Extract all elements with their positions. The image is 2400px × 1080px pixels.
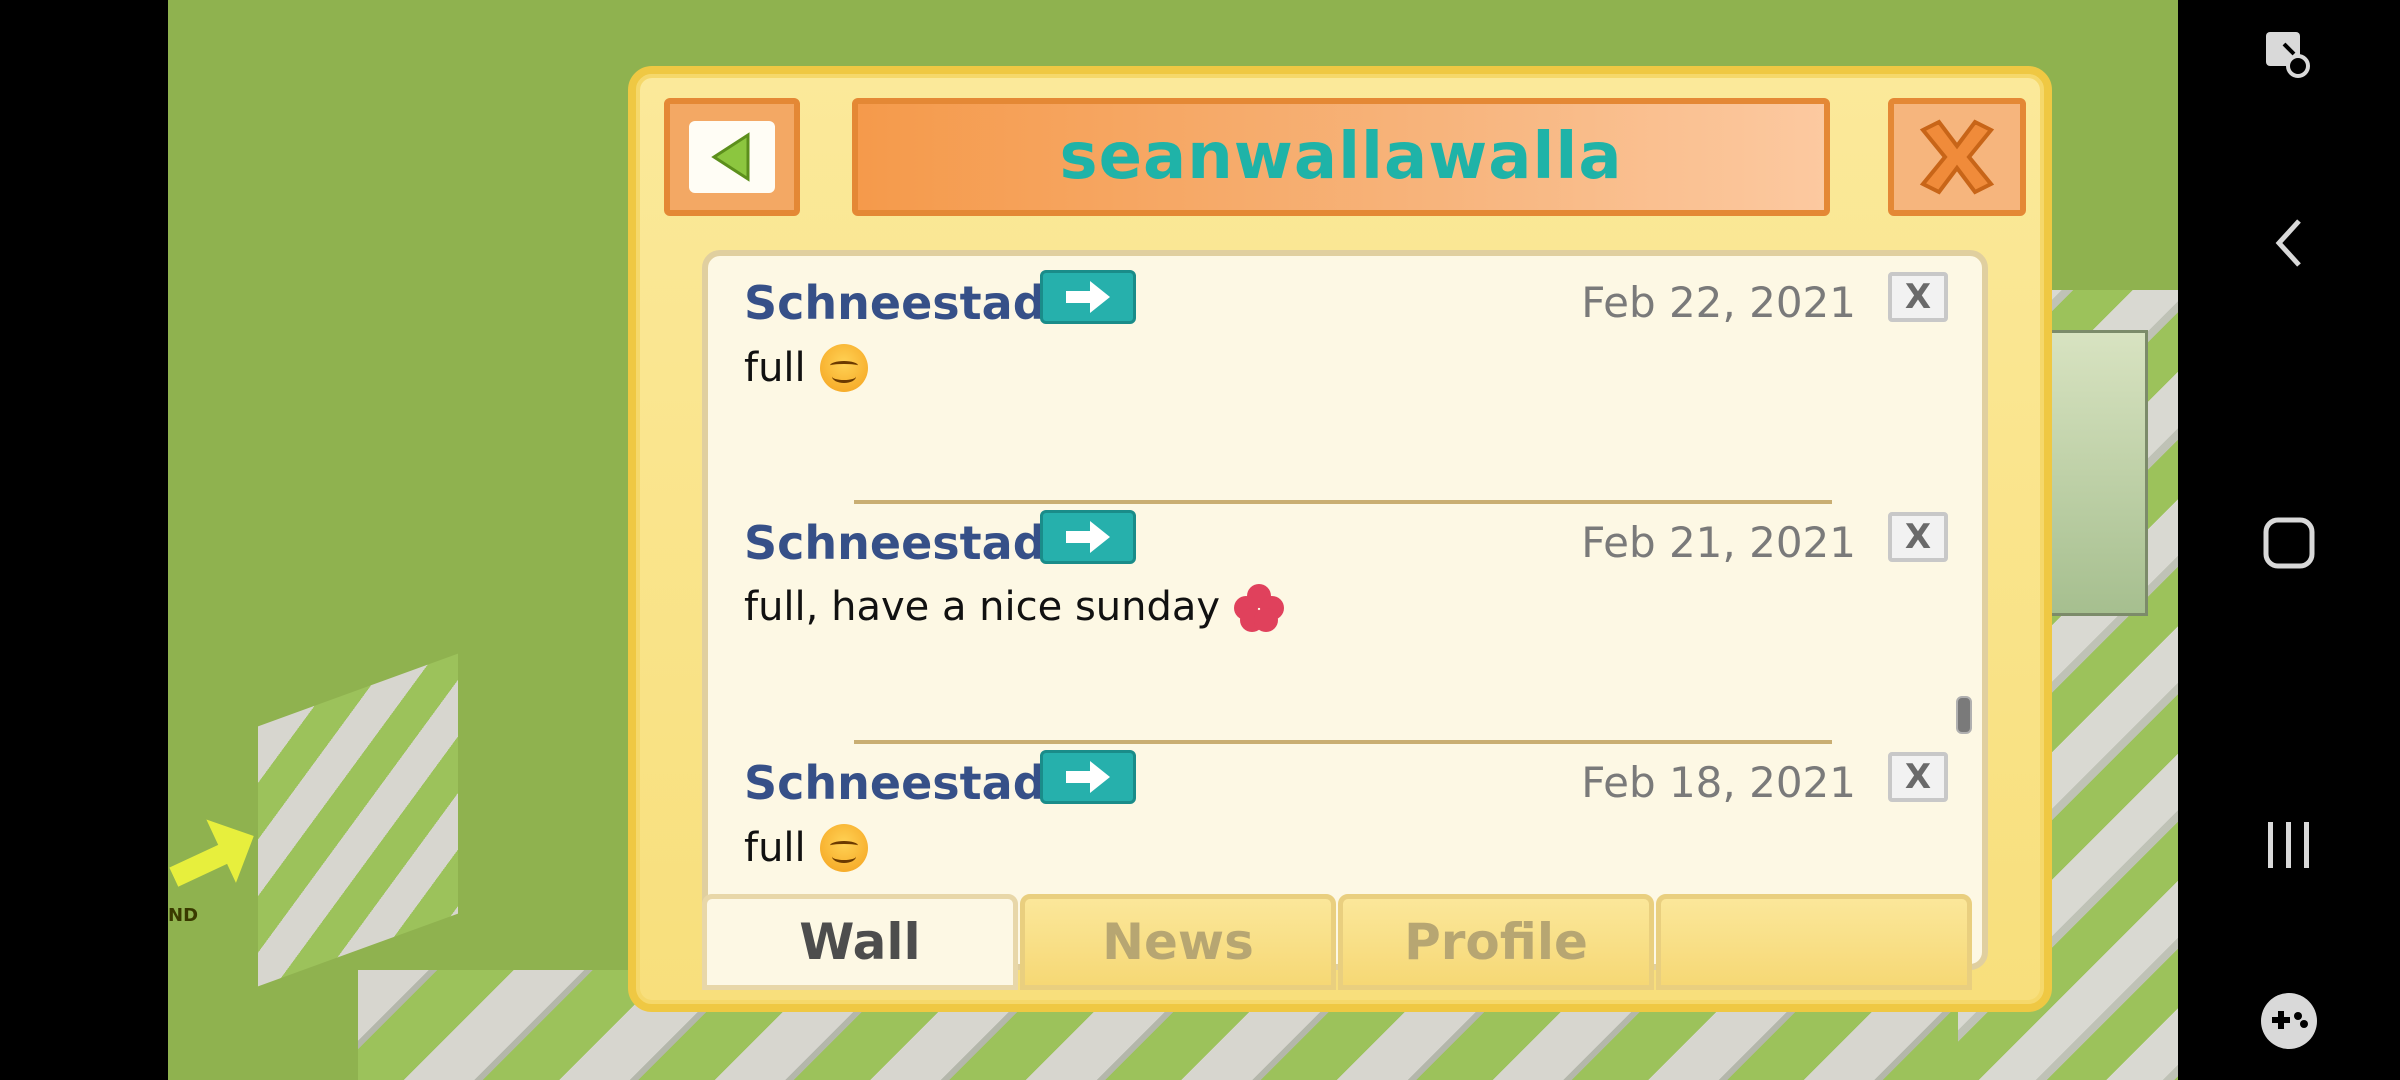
dialog-tabs: Wall News Profile: [702, 894, 1988, 994]
post-author[interactable]: Schneestadt: [744, 516, 1068, 570]
system-navigation-bar: [2178, 0, 2400, 1080]
delete-post-button[interactable]: X: [1888, 752, 1948, 802]
post-message: full: [744, 344, 868, 392]
visit-city-button[interactable]: [1040, 750, 1136, 804]
post-date: Feb 21, 2021: [1581, 518, 1856, 567]
player-wall-dialog: seanwallawalla Schneestadt Feb 22, 2021 …: [628, 66, 2052, 1012]
screen-capture-icon[interactable]: [2254, 20, 2324, 90]
post-message-text: full: [744, 825, 806, 871]
arrow-right-icon: [1066, 761, 1110, 793]
delete-post-button[interactable]: X: [1888, 512, 1948, 562]
wall-post: Schneestadt Feb 21, 2021 X full, have a …: [708, 496, 1982, 736]
hibiscus-emoji-icon: [1234, 584, 1285, 632]
post-message: full: [744, 824, 868, 872]
wall-post: Schneestadt Feb 22, 2021 X full: [708, 256, 1982, 496]
home-icon[interactable]: [2254, 508, 2324, 578]
post-date: Feb 22, 2021: [1581, 278, 1856, 327]
smile-emoji-icon: [819, 344, 868, 392]
delete-post-button[interactable]: X: [1888, 272, 1948, 322]
post-message-text: full, have a nice sunday: [744, 584, 1221, 630]
visit-city-button[interactable]: [1040, 270, 1136, 324]
game-viewport[interactable]: ND seanwallawalla Schneestadt Feb 22, 20…: [168, 0, 2178, 1080]
tab-wall[interactable]: Wall: [702, 894, 1018, 990]
post-message-text: full: [744, 345, 806, 391]
direction-arrow-sign[interactable]: [168, 804, 269, 905]
game-tools-icon[interactable]: [2254, 986, 2324, 1056]
player-name-title: seanwallawalla: [1059, 120, 1623, 194]
back-button[interactable]: [664, 98, 800, 216]
post-message: full, have a nice sunday: [744, 584, 1285, 632]
back-icon[interactable]: [2254, 208, 2324, 278]
recents-icon[interactable]: [2254, 810, 2324, 880]
close-button[interactable]: [1888, 98, 2026, 216]
back-arrow-icon: [689, 121, 775, 193]
tab-news[interactable]: News: [1020, 894, 1336, 990]
sign-text: ND: [168, 905, 199, 926]
close-icon: [1919, 119, 1995, 195]
smile-emoji-icon: [819, 824, 868, 872]
arrow-right-icon: [1066, 281, 1110, 313]
tab-profile[interactable]: Profile: [1338, 894, 1654, 990]
scrollbar-thumb[interactable]: [1956, 696, 1972, 734]
visit-city-button[interactable]: [1040, 510, 1136, 564]
post-author[interactable]: Schneestadt: [744, 756, 1068, 810]
title-bar: seanwallawalla: [852, 98, 1830, 216]
post-author[interactable]: Schneestadt: [744, 276, 1068, 330]
tab-empty[interactable]: [1656, 894, 1972, 990]
arrow-right-icon: [1066, 521, 1110, 553]
wall-post-list[interactable]: Schneestadt Feb 22, 2021 X full Schneest…: [702, 250, 1988, 970]
city-map-left[interactable]: [258, 653, 458, 987]
post-date: Feb 18, 2021: [1581, 758, 1856, 807]
